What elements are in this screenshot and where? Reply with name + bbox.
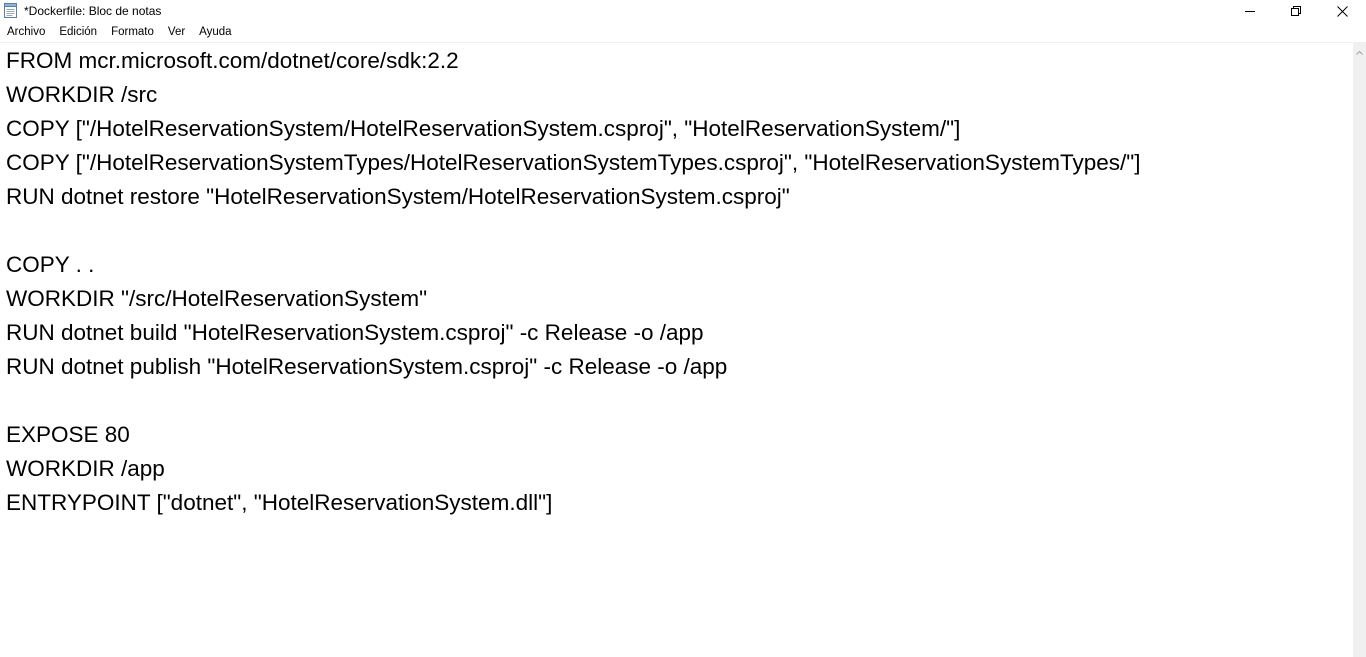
menu-item-edicion[interactable]: Edición	[52, 22, 104, 42]
text-line[interactable]: COPY ["/HotelReservationSystemTypes/Hote…	[6, 146, 1140, 180]
title-bar[interactable]: *Dockerfile: Bloc de notas	[0, 0, 1366, 22]
menu-item-ayuda[interactable]: Ayuda	[192, 22, 238, 42]
text-line[interactable]: RUN dotnet restore "HotelReservationSyst…	[6, 180, 790, 214]
text-line[interactable]: RUN dotnet build "HotelReservationSystem…	[6, 316, 704, 350]
minimize-button[interactable]	[1227, 0, 1273, 22]
close-button[interactable]	[1319, 0, 1365, 22]
text-line[interactable]: ENTRYPOINT ["dotnet", "HotelReservationS…	[6, 486, 552, 520]
menu-item-ver[interactable]: Ver	[161, 22, 192, 42]
maximize-button[interactable]	[1273, 0, 1319, 22]
notepad-icon	[4, 3, 17, 18]
restore-icon	[1291, 6, 1301, 16]
menu-item-archivo[interactable]: Archivo	[0, 22, 52, 42]
menu-bar: Archivo Edición Formato Ver Ayuda	[0, 22, 1366, 42]
menu-item-formato[interactable]: Formato	[104, 22, 161, 42]
close-icon	[1336, 5, 1348, 17]
text-line[interactable]: COPY ["/HotelReservationSystem/HotelRese…	[6, 112, 960, 146]
text-line[interactable]: FROM mcr.microsoft.com/dotnet/core/sdk:2…	[6, 44, 459, 78]
minimize-icon	[1245, 6, 1255, 16]
chevron-up-icon	[1356, 42, 1363, 60]
text-line[interactable]: WORKDIR /src	[6, 78, 157, 112]
text-line[interactable]: RUN dotnet publish "HotelReservationSyst…	[6, 350, 727, 384]
window-title: *Dockerfile: Bloc de notas	[24, 4, 162, 18]
scroll-up-button[interactable]	[1353, 42, 1366, 59]
vertical-scrollbar[interactable]	[1353, 42, 1366, 657]
notepad-window: *Dockerfile: Bloc de notas Archivo Edici…	[0, 0, 1366, 657]
text-line[interactable]: COPY . .	[6, 248, 94, 282]
text-line[interactable]: WORKDIR "/src/HotelReservationSystem"	[6, 282, 427, 316]
text-editor[interactable]: FROM mcr.microsoft.com/dotnet/core/sdk:2…	[0, 42, 1353, 657]
text-line[interactable]: EXPOSE 80	[6, 418, 130, 452]
text-line[interactable]: WORKDIR /app	[6, 452, 165, 486]
